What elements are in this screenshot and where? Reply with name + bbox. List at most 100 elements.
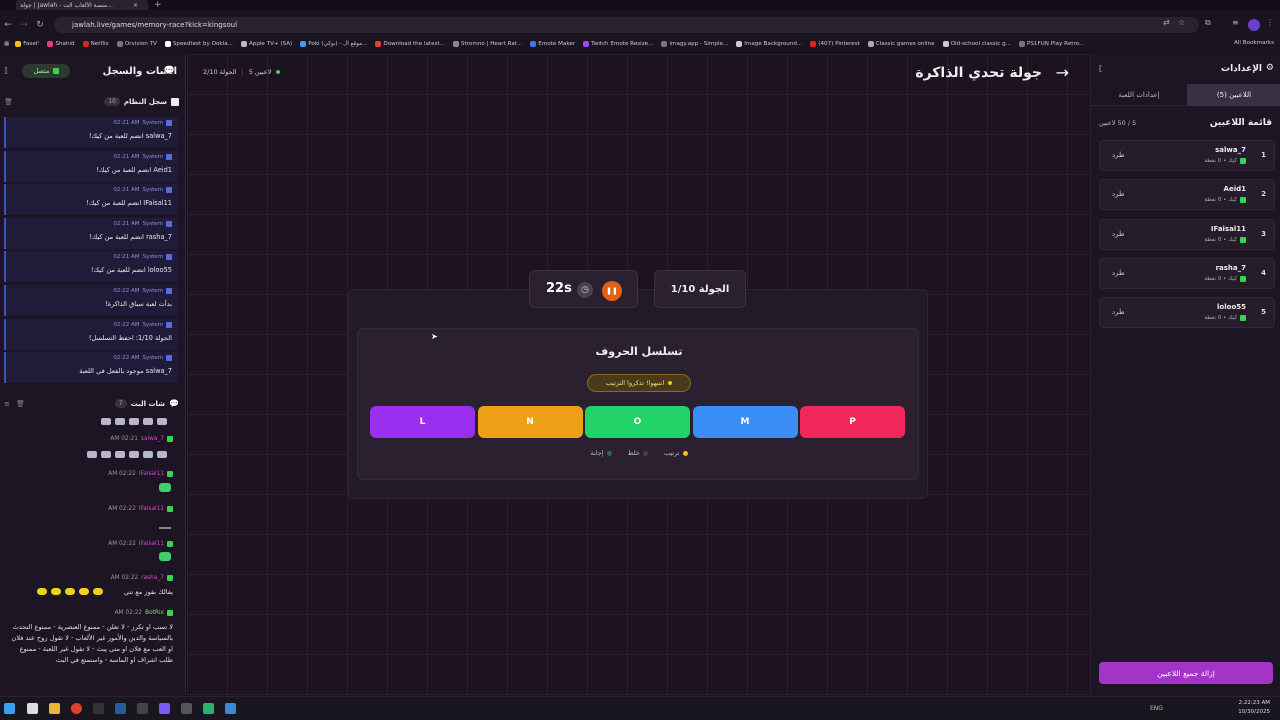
chat-time: 02:22 AM [110,575,139,581]
pause-button[interactable]: ❚❚ [602,281,622,301]
player-info: كيك • 0 نقطة [1204,236,1237,243]
bookmark[interactable]: Download the latest... [375,41,445,47]
bookmark[interactable]: Orvision TV [116,41,157,47]
bookmark-icon [453,41,460,47]
player-name: IFaisal11 [1210,224,1246,233]
steam-icon[interactable] [115,703,126,714]
kick-badge-icon [167,436,173,442]
app-icon[interactable] [137,703,148,714]
kick-button[interactable]: طرد [1112,230,1125,238]
star-icon[interactable]: ☆ [1178,18,1185,27]
syslog-item: 02:21 AM System loloo55 انضم للعبة من كيك! [4,251,178,283]
kick-button[interactable]: طرد [1112,308,1125,316]
chat-message-meta: salwa_7 02:21 AM [110,436,173,442]
app-icon[interactable] [93,703,104,714]
chat-username[interactable]: IFaisal11 [139,541,164,547]
letter-tile[interactable]: N [477,406,583,438]
app: الشات والسجل 💬 متصل ⟦ سجل النظام 10 🗑 02… [0,54,1280,695]
kick-badge-icon [1240,158,1246,164]
round-label: الجولة 1/10 [670,283,730,295]
forward-icon[interactable]: → [16,20,32,30]
trash-icon[interactable]: 🗑 [4,98,13,106]
kick-button[interactable]: طرد [1112,190,1125,198]
bookmark[interactable]: Speedtest by Ookla... [164,41,233,47]
message-sender: System [142,220,163,227]
bookmark-icon [867,41,874,47]
emote-icon [51,588,61,595]
app-icon[interactable] [181,703,192,714]
chat-message-text: لا تسب او تكرر - لا تعلن - ممنوع العنصري… [11,623,173,664]
kick-button[interactable]: طرد [1112,269,1125,277]
chat-username[interactable]: rasha_7 [141,575,164,581]
round-status: الجولة 2/10 | 5 لاعبين [203,68,281,76]
bookmark[interactable]: imagy.app - Simple... [661,41,728,47]
collapse-right-icon[interactable]: ⟧ [1099,64,1103,73]
tab-settings[interactable]: إعدادات اللعبة [1091,84,1187,106]
bookmark[interactable]: Apple TV+ (SA) [240,41,292,47]
close-icon[interactable]: × [133,2,138,9]
bookmark[interactable]: Classic games online [867,41,935,47]
windows-start-icon[interactable] [4,703,15,714]
extensions-icon[interactable]: ⧉ [1205,18,1211,28]
letter-tile[interactable]: P [800,406,905,438]
bookmark[interactable]: Netflix [82,41,109,47]
letter-tile[interactable]: O [585,406,690,438]
system-icon [166,288,172,294]
back-arrow-icon[interactable]: → [1056,63,1069,82]
back-icon[interactable]: ← [0,20,16,30]
bookmark[interactable]: Stromno | Heart Rat... [453,41,522,47]
message-sender: System [142,355,163,362]
letter-tile[interactable]: M [692,406,798,438]
emote-icon [79,588,89,595]
bookmark[interactable]: Shahid [47,41,75,47]
all-bookmarks[interactable]: All Bookmarks [1234,40,1274,46]
bookmark[interactable]: Image Background... [736,41,802,47]
bookmark[interactable]: Poki (بوكي) - موقع ال... [300,41,367,47]
chat-username[interactable]: salwa_7 [141,436,164,442]
chat-username[interactable]: IFaisal11 [139,471,164,477]
app-icon[interactable] [203,703,214,714]
kick-badge-icon [1240,315,1246,322]
new-tab-icon[interactable]: + [154,0,162,10]
collapse-icon[interactable]: ⟦ [4,66,8,75]
chat-username[interactable]: IFaisal11 [139,506,164,512]
bookmark[interactable]: (407) Pinterest [810,41,860,47]
bookmark[interactable]: Emote Maker [530,41,575,47]
browser-tab[interactable]: جولة | Jawlah - منصة الألعاب الت... × [16,0,148,10]
chat-message-meta: BotRix 02:22 AM [115,610,173,616]
apps-icon[interactable]: ▦ [4,41,9,47]
syslog-item: 02:22 AM System بدأت لعبة سباق الذاكرة! [4,285,178,316]
more-icon[interactable]: ⋮ [1266,18,1274,27]
tab-players[interactable]: اللاعبين (5) [1187,84,1280,106]
list-icon[interactable]: ≡ [4,400,10,408]
chrome-icon[interactable] [71,703,82,714]
letter-tile[interactable]: L [370,406,475,438]
chat-username[interactable]: BotRix [145,610,164,616]
round-box: الجولة 1/10 [654,270,746,308]
menu-icon[interactable]: ≡ [1232,18,1239,27]
remove-all-button[interactable]: إزالة جميع اللاعبين [1099,662,1273,684]
search-taskbar-icon[interactable] [27,703,38,714]
message-time: 02:22 AM [113,321,140,328]
bookmark-icon [82,41,89,47]
file-explorer-icon[interactable] [49,703,60,714]
bookmark[interactable]: Faselˢ [15,41,39,47]
bookmark-label: Faselˢ [23,41,40,47]
kick-button[interactable]: طرد [1112,151,1125,159]
syslog-item: 02:22 AM System الجولة 1/10: احفظ التسلسل! [4,318,178,350]
bookmark[interactable]: Old-school classic g... [942,41,1011,47]
trash-icon[interactable]: 🗑 [16,400,25,408]
avatar[interactable] [1248,19,1260,31]
bookmark-label: Netflix [90,41,109,47]
discord-icon[interactable] [159,703,170,714]
reload-icon[interactable]: ↻ [32,20,48,30]
app-icon[interactable] [225,703,236,714]
player-name: Aeid1 [1223,185,1246,194]
translate-icon[interactable]: ⇄ [1163,18,1170,27]
bookmark[interactable]: PS1FUN Play Retro... [1018,41,1084,47]
emote-row [85,451,169,460]
url-bar[interactable]: jawlah.live/games/memory-race?kick=kings… [54,17,1199,33]
message-text: loloo55 انضم للعبة من كيك! [90,266,172,275]
bookmark[interactable]: Twitch Emote Resize... [583,41,653,47]
lang-indicator[interactable]: ENG [1150,705,1163,712]
